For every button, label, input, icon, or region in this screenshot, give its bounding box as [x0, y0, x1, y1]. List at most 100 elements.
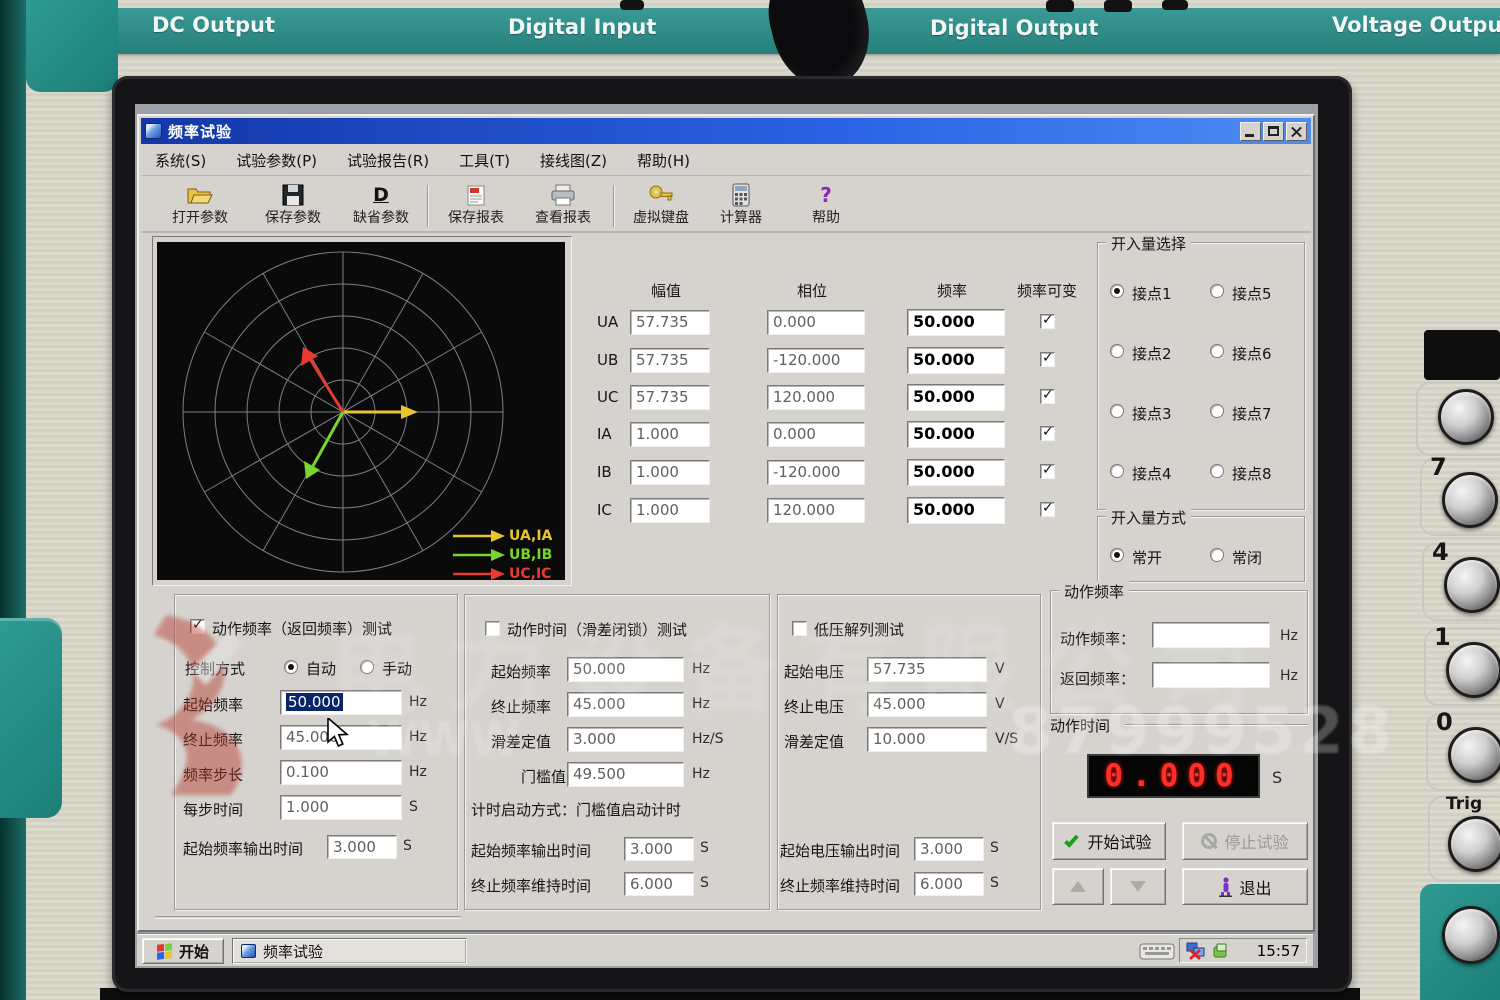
- tt-start-output-time-unit: S: [700, 840, 709, 856]
- ua-freq-variable-checkbox[interactable]: [1040, 314, 1055, 329]
- network-disconnected-icon[interactable]: [1186, 942, 1206, 960]
- keyboard-icon[interactable]: [1139, 941, 1175, 961]
- exit-button[interactable]: 退出: [1182, 868, 1308, 905]
- tt-start-output-time-label: 起始频率输出时间: [471, 840, 591, 861]
- stop-test-button[interactable]: 停止试验: [1182, 822, 1308, 860]
- radio-contact-6[interactable]: [1210, 344, 1224, 358]
- radio-contact-2[interactable]: [1110, 344, 1124, 358]
- radio-manual[interactable]: [360, 660, 374, 674]
- ub-amplitude-input[interactable]: 57.735: [630, 348, 710, 373]
- package-icon[interactable]: [1212, 942, 1230, 960]
- tt-slip-input[interactable]: 3.000: [567, 727, 684, 752]
- ub-freq-variable-checkbox[interactable]: [1040, 352, 1055, 367]
- start-freq-input[interactable]: 50.000: [280, 690, 402, 715]
- toolbar-default-params-button[interactable]: D 缺省参数: [339, 181, 423, 229]
- radio-contact-4[interactable]: [1110, 464, 1124, 478]
- radio-auto[interactable]: [284, 660, 298, 674]
- ia-freq-variable-checkbox[interactable]: [1040, 426, 1055, 441]
- taskbar-task-frequency-test[interactable]: 频率试验: [232, 938, 467, 964]
- menu-test-params[interactable]: 试验参数(P): [236, 150, 317, 171]
- toolbar-save-report-button[interactable]: 保存报表: [434, 181, 518, 229]
- menu-wiring-diagram[interactable]: 接线图(Z): [540, 150, 607, 171]
- ua-frequency-input[interactable]: 50.000: [907, 309, 1005, 336]
- tt-end-freq-input[interactable]: 45.000: [567, 692, 684, 717]
- open-folder-icon: [186, 183, 214, 207]
- menu-help[interactable]: 帮助(H): [637, 150, 690, 171]
- exit-label: 退出: [1239, 875, 1271, 899]
- chassis-left-edge: [0, 0, 26, 1000]
- ic-frequency-input[interactable]: 50.000: [907, 497, 1005, 524]
- hardware-knob-bottom[interactable]: [1442, 906, 1500, 964]
- menu-system[interactable]: 系统(S): [155, 150, 206, 171]
- tt-threshold-input[interactable]: 49.500: [567, 762, 684, 787]
- voltage-test-checkbox[interactable]: [792, 621, 807, 636]
- radio-contact-7[interactable]: [1210, 404, 1224, 418]
- toolbar-help-button[interactable]: ? 帮助: [784, 181, 868, 229]
- up-arrow-button[interactable]: [1052, 868, 1104, 905]
- clock[interactable]: 15:57: [1257, 942, 1300, 960]
- ia-amplitude-input[interactable]: 1.000: [630, 422, 710, 447]
- toolbar-open-params-button[interactable]: 打开参数: [158, 181, 242, 229]
- toolbar-label: 缺省参数: [353, 207, 409, 227]
- ic-amplitude-input[interactable]: 1.000: [630, 498, 710, 523]
- uc-phase-input[interactable]: 120.000: [767, 385, 865, 410]
- ub-phase-input[interactable]: -120.000: [767, 348, 865, 373]
- freq-test-checkbox[interactable]: [190, 619, 205, 634]
- toolbar-virtual-keyboard-button[interactable]: 虚拟键盘: [619, 181, 703, 229]
- menu-test-report[interactable]: 试验报告(R): [347, 150, 429, 171]
- vt-end-hold-time-input[interactable]: 6.000: [914, 872, 984, 896]
- ib-frequency-input[interactable]: 50.000: [907, 459, 1005, 486]
- action-freq-group-title: 动作频率: [1059, 581, 1129, 602]
- radio-normally-closed[interactable]: [1210, 548, 1224, 562]
- ia-phase-input[interactable]: 0.000: [767, 422, 865, 447]
- radio-contact-5[interactable]: [1210, 284, 1224, 298]
- vt-start-voltage-input[interactable]: 57.735: [867, 657, 987, 682]
- radio-normally-open[interactable]: [1110, 548, 1124, 562]
- hardware-knob-4[interactable]: [1444, 557, 1500, 613]
- start-output-time-input[interactable]: 3.000: [327, 835, 397, 859]
- step-time-input[interactable]: 1.000: [280, 795, 402, 820]
- hardware-knob-0[interactable]: [1448, 727, 1500, 783]
- radio-contact-8[interactable]: [1210, 464, 1224, 478]
- toolbar-save-params-button[interactable]: 保存参数: [251, 181, 335, 229]
- time-test-checkbox[interactable]: [485, 621, 500, 636]
- hardware-knob-trig[interactable]: [1448, 816, 1500, 872]
- ua-amplitude-input[interactable]: 57.735: [630, 310, 710, 335]
- menu-tools[interactable]: 工具(T): [459, 150, 510, 171]
- vt-start-output-time-input[interactable]: 3.000: [914, 837, 984, 861]
- ib-amplitude-input[interactable]: 1.000: [630, 460, 710, 485]
- knob-label-1: 1: [1434, 623, 1451, 651]
- toolbar-view-report-button[interactable]: 查看报表: [521, 181, 605, 229]
- start-test-button[interactable]: 开始试验: [1052, 822, 1166, 860]
- ic-phase-input[interactable]: 120.000: [767, 498, 865, 523]
- panel-label-dc-output: DC Output: [152, 13, 275, 37]
- tt-start-output-time-input[interactable]: 3.000: [624, 837, 694, 861]
- uc-amplitude-input[interactable]: 57.735: [630, 385, 710, 410]
- tt-end-hold-time-input[interactable]: 6.000: [624, 872, 694, 896]
- start-button[interactable]: 开始: [142, 938, 224, 964]
- row-label-ua: UA: [597, 313, 618, 331]
- hardware-knob-7[interactable]: [1442, 472, 1498, 528]
- freq-step-input[interactable]: 0.100: [280, 760, 402, 785]
- minimize-button[interactable]: [1240, 122, 1261, 141]
- toolbar-calculator-button[interactable]: 计算器: [699, 181, 783, 229]
- ic-freq-variable-checkbox[interactable]: [1040, 502, 1055, 517]
- hardware-knob-1[interactable]: [1446, 642, 1500, 698]
- radio-contact-3[interactable]: [1110, 404, 1124, 418]
- ia-frequency-input[interactable]: 50.000: [907, 421, 1005, 448]
- ib-phase-input[interactable]: -120.000: [767, 460, 865, 485]
- ua-phase-input[interactable]: 0.000: [767, 310, 865, 335]
- close-button[interactable]: [1286, 122, 1307, 141]
- radio-contact-1[interactable]: [1110, 284, 1124, 298]
- ib-freq-variable-checkbox[interactable]: [1040, 464, 1055, 479]
- maximize-button[interactable]: [1263, 122, 1284, 141]
- hardware-knob-unlabeled[interactable]: [1438, 389, 1494, 445]
- tt-start-freq-input[interactable]: 50.000: [567, 657, 684, 682]
- vt-end-voltage-input[interactable]: 45.000: [867, 692, 987, 717]
- vt-slip-input[interactable]: 10.000: [867, 727, 987, 752]
- uc-freq-variable-checkbox[interactable]: [1040, 389, 1055, 404]
- uc-frequency-input[interactable]: 50.000: [907, 384, 1005, 411]
- ub-frequency-input[interactable]: 50.000: [907, 347, 1005, 374]
- down-arrow-button[interactable]: [1110, 868, 1166, 905]
- knob-label-trig: Trig: [1446, 794, 1482, 814]
